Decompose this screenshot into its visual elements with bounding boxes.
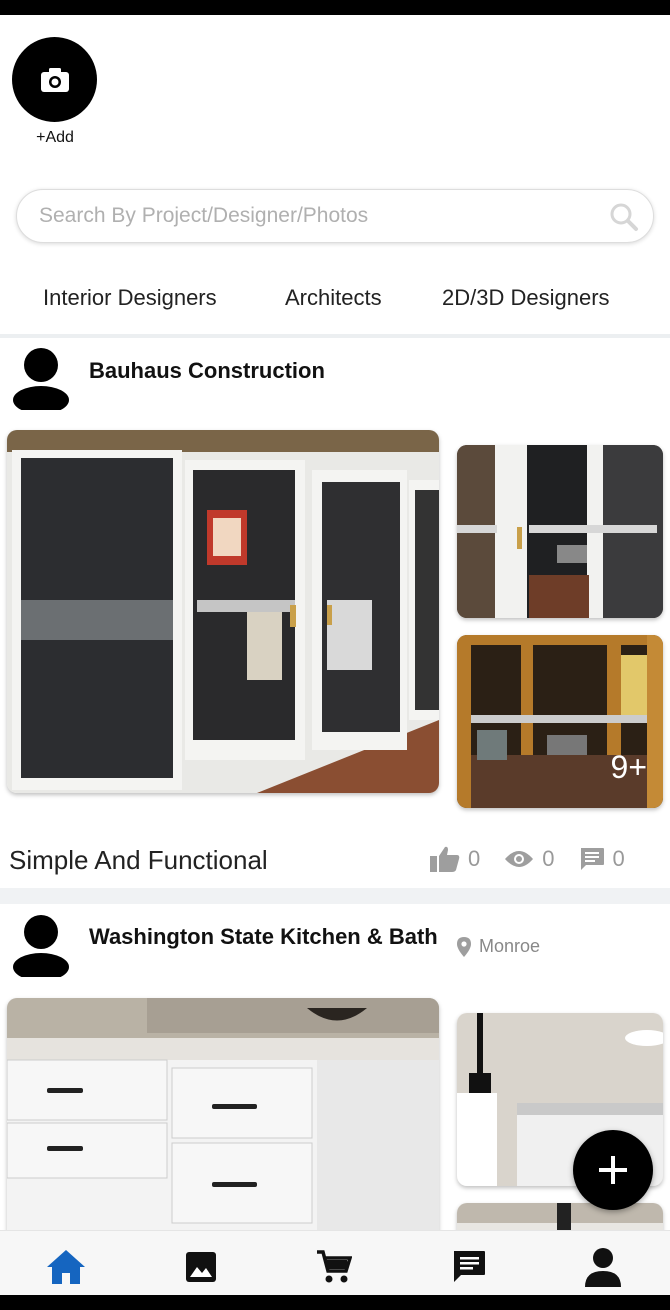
gallery-icon bbox=[186, 1252, 216, 1282]
search-bar[interactable] bbox=[16, 189, 654, 243]
post-main-photo[interactable] bbox=[7, 430, 439, 793]
post-title[interactable]: Simple And Functional bbox=[9, 845, 268, 876]
app-screen: +Add Interior Designers Architects 2D/3D… bbox=[0, 15, 670, 1295]
view-stat: 0 bbox=[504, 846, 555, 872]
nav-profile[interactable] bbox=[581, 1245, 625, 1289]
post-main-photo[interactable] bbox=[7, 998, 439, 1248]
add-post-fab[interactable] bbox=[573, 1130, 653, 1210]
cart-icon bbox=[317, 1250, 352, 1283]
plus-icon bbox=[599, 1156, 627, 1184]
camera-icon bbox=[40, 67, 69, 92]
home-icon bbox=[47, 1250, 85, 1284]
avatar-icon[interactable] bbox=[12, 346, 70, 410]
tab-interior-designers[interactable]: Interior Designers bbox=[43, 285, 217, 311]
messages-icon bbox=[454, 1251, 485, 1282]
comment-stat[interactable]: 0 bbox=[579, 846, 625, 872]
location-pin-icon bbox=[457, 936, 471, 957]
nav-messages[interactable] bbox=[447, 1245, 491, 1289]
post-author[interactable]: Bauhaus Construction bbox=[89, 358, 325, 384]
eye-icon bbox=[505, 851, 534, 867]
post-separator bbox=[0, 888, 670, 904]
like-count: 0 bbox=[468, 846, 481, 871]
post-author[interactable]: Washington State Kitchen & Bath bbox=[89, 924, 438, 950]
post-card[interactable]: Washington State Kitchen & Bath Monroe bbox=[0, 904, 670, 1263]
post-location: Monroe bbox=[457, 936, 540, 957]
location-text: Monroe bbox=[479, 936, 541, 956]
comment-icon[interactable] bbox=[579, 847, 605, 871]
nav-gallery[interactable] bbox=[179, 1245, 223, 1289]
thumbs-up-icon[interactable] bbox=[430, 846, 460, 872]
more-photos-count: 9+ bbox=[610, 749, 647, 785]
like-stat[interactable]: 0 bbox=[430, 846, 480, 872]
profile-icon bbox=[585, 1248, 621, 1287]
add-label: +Add bbox=[36, 129, 74, 146]
comment-count: 0 bbox=[612, 846, 625, 871]
avatar-icon[interactable] bbox=[12, 913, 70, 977]
search-input[interactable] bbox=[17, 204, 587, 228]
search-icon[interactable] bbox=[609, 202, 639, 232]
tab-architects[interactable]: Architects bbox=[285, 285, 382, 311]
add-photo-button[interactable] bbox=[12, 37, 97, 122]
category-tabs: Interior Designers Architects 2D/3D Desi… bbox=[0, 277, 670, 323]
bottom-navigation bbox=[0, 1230, 670, 1295]
tab-2d3d-designers[interactable]: 2D/3D Designers bbox=[442, 285, 610, 311]
nav-cart[interactable] bbox=[312, 1245, 356, 1289]
post-stats: 0 0 0 bbox=[430, 846, 625, 872]
post-thumb-1[interactable] bbox=[457, 445, 663, 618]
view-count: 0 bbox=[542, 846, 555, 871]
post-card[interactable]: Bauhaus Construction 9+ Simple And Funct… bbox=[0, 338, 670, 888]
post-thumb-2[interactable]: 9+ bbox=[457, 635, 663, 808]
nav-home[interactable] bbox=[44, 1245, 88, 1289]
